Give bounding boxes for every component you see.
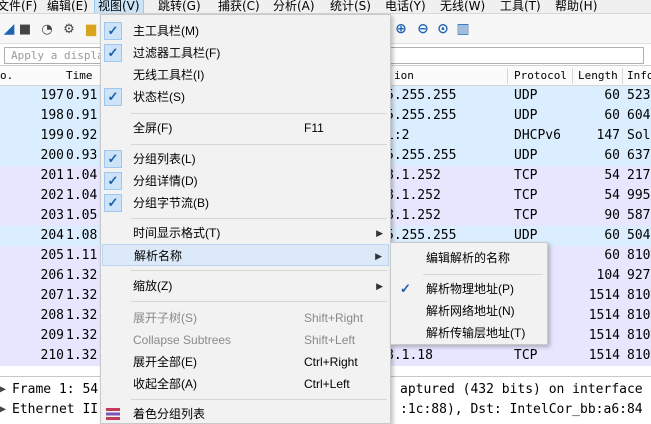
zoom-out-icon[interactable]: ⊖ <box>414 20 432 38</box>
name-resolution-submenu: 编辑解析的名称 ✓ 解析物理地址(P) 解析网络地址(N) 解析传输层地址(T) <box>390 242 548 345</box>
view-menu-zoom[interactable]: 缩放(Z) ▶ <box>102 275 389 297</box>
menu-view[interactable]: 视图(V) <box>94 0 144 13</box>
menu-separator <box>423 274 543 275</box>
view-menu-expand-subtrees[interactable]: 展开子树(S) Shift+Right <box>102 307 389 329</box>
submenu-edit-resolved-names[interactable]: 编辑解析的名称 <box>392 247 546 269</box>
check-icon: ✓ <box>400 281 411 296</box>
check-icon: ✓ <box>104 172 122 190</box>
view-menu-colorize-packet-list[interactable]: 着色分组列表 <box>102 403 389 424</box>
menu-edit[interactable]: 编辑(E) <box>44 0 91 13</box>
menu-capture[interactable]: 捕获(C) <box>215 0 263 13</box>
column-separator[interactable] <box>572 68 573 84</box>
view-menu-collapse-all[interactable]: 收起全部(A) Ctrl+Left <box>102 373 389 395</box>
menubar: 文件(F) 编辑(E) 视图(V) 跳转(G) 捕获(C) 分析(A) 统计(S… <box>0 0 651 14</box>
submenu-arrow-icon: ▶ <box>376 281 383 291</box>
expand-arrow-icon[interactable]: ▶ <box>0 380 10 400</box>
colorize-icon <box>106 408 120 420</box>
view-menu-packet-bytes[interactable]: ✓ 分组字节流(B) <box>102 192 389 214</box>
zoom-in-icon[interactable]: ⊕ <box>392 20 410 38</box>
column-separator[interactable] <box>622 68 623 84</box>
column-header-length[interactable]: Length <box>578 69 618 82</box>
menu-analyze[interactable]: 分析(A) <box>270 0 318 13</box>
submenu-resolve-physical-addresses[interactable]: ✓ 解析物理地址(P) <box>392 278 546 300</box>
expand-arrow-icon[interactable]: ▶ <box>0 400 10 420</box>
check-icon: ✓ <box>104 194 122 212</box>
view-menu-collapse-subtrees[interactable]: Collapse Subtrees Shift+Left <box>102 329 389 351</box>
submenu-resolve-network-addresses[interactable]: 解析网络地址(N) <box>392 300 546 322</box>
view-menu-expand-all[interactable]: 展开全部(E) Ctrl+Right <box>102 351 389 373</box>
menu-separator <box>131 399 387 400</box>
check-icon: ✓ <box>104 22 122 40</box>
capture-options-icon[interactable]: ⚙ <box>60 20 78 38</box>
column-header-no[interactable]: o. <box>0 69 13 82</box>
menu-separator <box>131 113 387 114</box>
menu-go[interactable]: 跳转(G) <box>155 0 204 13</box>
stop-capture-icon[interactable]: ■ <box>16 20 34 38</box>
column-header-time[interactable]: Time <box>66 69 93 82</box>
open-file-icon[interactable]: ▆ <box>82 20 100 38</box>
column-separator[interactable] <box>507 68 508 84</box>
submenu-arrow-icon: ▶ <box>376 228 383 238</box>
column-header-destination[interactable]: ion <box>394 69 414 82</box>
check-icon: ✓ <box>104 88 122 106</box>
submenu-resolve-transport-addresses[interactable]: 解析传输层地址(T) <box>392 322 546 344</box>
view-menu-status-bar[interactable]: ✓ 状态栏(S) <box>102 86 389 108</box>
menu-statistics[interactable]: 统计(S) <box>327 0 374 13</box>
menu-separator <box>131 270 387 271</box>
check-icon: ✓ <box>104 44 122 62</box>
menu-separator <box>131 218 387 219</box>
column-header-protocol[interactable]: Protocol <box>514 69 567 82</box>
menu-wireless[interactable]: 无线(W) <box>437 0 488 13</box>
zoom-normal-icon[interactable]: ⊙ <box>434 20 452 38</box>
view-menu-filter-toolbar[interactable]: ✓ 过滤器工具栏(F) <box>102 42 389 64</box>
menu-help[interactable]: 帮助(H) <box>552 0 600 13</box>
column-header-info[interactable]: Info <box>627 69 651 82</box>
view-menu-packet-list[interactable]: ✓ 分组列表(L) <box>102 148 389 170</box>
resize-columns-icon[interactable]: ▥ <box>454 20 472 38</box>
restart-capture-icon[interactable]: ◔ <box>38 20 56 38</box>
menu-telephony[interactable]: 电话(Y) <box>382 0 429 13</box>
menu-file[interactable]: 文件(F) <box>0 0 40 13</box>
view-menu-main-toolbar[interactable]: ✓ 主工具栏(M) <box>102 20 389 42</box>
menu-tools[interactable]: 工具(T) <box>497 0 544 13</box>
view-menu-name-resolution[interactable]: 解析名称 ▶ <box>102 244 389 266</box>
view-menu-wireless-toolbar[interactable]: 无线工具栏(I) <box>102 64 389 86</box>
view-menu-time-display-format[interactable]: 时间显示格式(T) ▶ <box>102 222 389 244</box>
view-menu-dropdown: ✓ 主工具栏(M) ✓ 过滤器工具栏(F) 无线工具栏(I) ✓ 状态栏(S) … <box>100 14 391 424</box>
menu-separator <box>131 144 387 145</box>
menu-separator <box>131 301 387 302</box>
submenu-arrow-icon: ▶ <box>375 251 382 261</box>
view-menu-fullscreen[interactable]: 全屏(F) F11 <box>102 117 389 139</box>
check-icon: ✓ <box>104 150 122 168</box>
view-menu-packet-details[interactable]: ✓ 分组详情(D) <box>102 170 389 192</box>
